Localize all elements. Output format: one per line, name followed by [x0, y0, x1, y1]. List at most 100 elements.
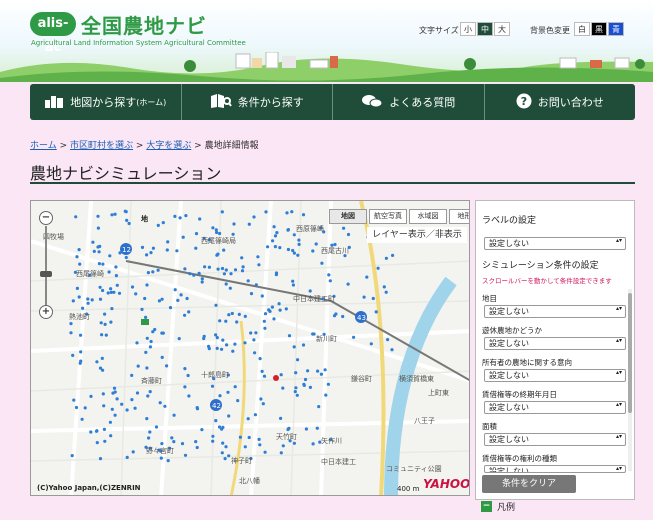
farmland-marker[interactable] [168, 306, 173, 310]
farmland-marker[interactable] [332, 314, 337, 318]
farmland-marker[interactable] [277, 302, 281, 306]
farmland-marker[interactable] [324, 393, 328, 397]
farmland-marker[interactable] [200, 428, 204, 432]
farmland-marker[interactable] [306, 369, 310, 373]
farmland-marker[interactable] [216, 267, 220, 271]
farmland-marker[interactable] [254, 283, 258, 287]
farmland-marker[interactable] [297, 242, 301, 246]
farmland-marker[interactable] [341, 314, 345, 319]
farmland-marker[interactable] [183, 453, 188, 457]
farmland-marker[interactable] [323, 368, 327, 372]
farmland-marker[interactable] [108, 254, 112, 258]
farmland-marker[interactable] [127, 221, 131, 226]
farmland-marker[interactable] [231, 232, 235, 236]
farmland-marker[interactable] [100, 356, 104, 360]
farmland-marker[interactable] [134, 292, 138, 296]
farmland-marker[interactable] [97, 262, 101, 266]
farmland-marker[interactable] [207, 265, 211, 269]
owner-intent-select[interactable]: 設定しない [484, 369, 626, 382]
farmland-marker[interactable] [259, 397, 263, 401]
farmland-marker[interactable] [97, 250, 101, 254]
farmland-marker[interactable] [175, 249, 179, 253]
farmland-marker[interactable] [224, 282, 228, 286]
farmland-marker[interactable] [247, 222, 251, 226]
farmland-marker[interactable] [384, 256, 388, 260]
farmland-marker[interactable] [258, 357, 262, 361]
farmland-marker[interactable] [133, 406, 137, 410]
farmland-marker[interactable] [131, 450, 135, 454]
farmland-marker[interactable] [149, 339, 153, 344]
farmland-marker[interactable] [273, 245, 277, 249]
farmland-marker[interactable] [220, 451, 224, 455]
farmland-marker[interactable] [376, 266, 380, 270]
farmland-marker[interactable] [320, 261, 324, 265]
farmland-marker[interactable] [263, 326, 267, 330]
farmland-marker[interactable] [74, 405, 79, 410]
farmland-marker[interactable] [71, 353, 75, 357]
farmland-marker[interactable] [253, 351, 257, 355]
farmland-marker[interactable] [160, 442, 164, 446]
nav-condition-search[interactable]: 条件から探す [182, 84, 333, 120]
farmland-marker[interactable] [144, 350, 148, 354]
farmland-marker[interactable] [112, 290, 116, 294]
farmland-marker[interactable] [90, 298, 94, 302]
farmland-marker[interactable] [256, 255, 260, 259]
layer-toggle-button[interactable]: レイヤー表示／非表示 [367, 227, 467, 243]
legend-section[interactable]: − 凡例 [481, 500, 515, 513]
nav-map-search[interactable]: 地図から探す (ホーム) [30, 84, 182, 120]
farmland-marker[interactable] [238, 435, 242, 439]
farmland-marker[interactable] [72, 398, 76, 402]
farmland-marker[interactable] [125, 408, 129, 412]
farmland-marker[interactable] [130, 373, 134, 377]
farmland-marker[interactable] [292, 233, 296, 237]
farmland-marker[interactable] [215, 230, 219, 235]
farmland-marker[interactable] [292, 345, 296, 349]
farmland-marker[interactable] [203, 265, 207, 269]
farmland-marker[interactable] [98, 285, 102, 289]
farmland-marker[interactable] [391, 253, 395, 257]
bg-white-button[interactable]: 白 [574, 22, 590, 36]
farmland-marker[interactable] [246, 417, 250, 421]
farmland-marker[interactable] [145, 253, 149, 257]
farmland-marker[interactable] [198, 217, 202, 221]
farmland-marker[interactable] [266, 245, 270, 249]
farmland-marker[interactable] [220, 347, 224, 351]
farmland-marker[interactable] [233, 342, 237, 346]
bg-blue-button[interactable]: 青 [608, 22, 624, 36]
map-tab-aerial[interactable]: 航空写真 [369, 209, 407, 224]
farmland-marker[interactable] [103, 322, 107, 326]
farmland-marker[interactable] [156, 223, 160, 227]
farmland-marker[interactable] [227, 313, 231, 317]
farmland-marker[interactable] [77, 295, 81, 299]
farmland-marker[interactable] [110, 307, 114, 311]
farmland-marker[interactable] [148, 390, 152, 394]
farmland-marker[interactable] [286, 427, 290, 432]
farmland-marker[interactable] [120, 402, 124, 406]
farmland-marker[interactable] [272, 317, 276, 321]
farmland-marker[interactable] [290, 210, 294, 214]
farmland-marker[interactable] [178, 216, 182, 220]
farmland-marker[interactable] [369, 342, 373, 346]
farmland-marker[interactable] [267, 308, 271, 312]
farmland-marker[interactable] [371, 296, 375, 301]
farmland-marker[interactable] [217, 425, 222, 429]
farmland-marker[interactable] [215, 253, 219, 257]
farmland-marker[interactable] [291, 283, 295, 287]
farmland-marker[interactable] [110, 407, 114, 411]
farmland-marker[interactable] [274, 273, 278, 277]
farmland-marker[interactable] [145, 417, 149, 421]
farmland-marker[interactable] [264, 210, 268, 214]
farmland-marker[interactable] [180, 442, 185, 446]
farmland-marker[interactable] [261, 402, 265, 406]
farmland-marker[interactable] [382, 285, 386, 289]
farmland-marker[interactable] [249, 292, 254, 296]
farmland-marker[interactable] [200, 280, 204, 284]
zoom-out-button[interactable]: − [39, 211, 53, 225]
farmland-marker[interactable] [240, 269, 245, 273]
farmland-marker[interactable] [362, 295, 366, 299]
farmland-marker[interactable] [109, 287, 113, 291]
farmland-marker[interactable] [98, 366, 103, 370]
farmland-marker[interactable] [279, 373, 283, 377]
farmland-marker[interactable] [281, 444, 285, 448]
farmland-marker[interactable] [145, 336, 149, 340]
